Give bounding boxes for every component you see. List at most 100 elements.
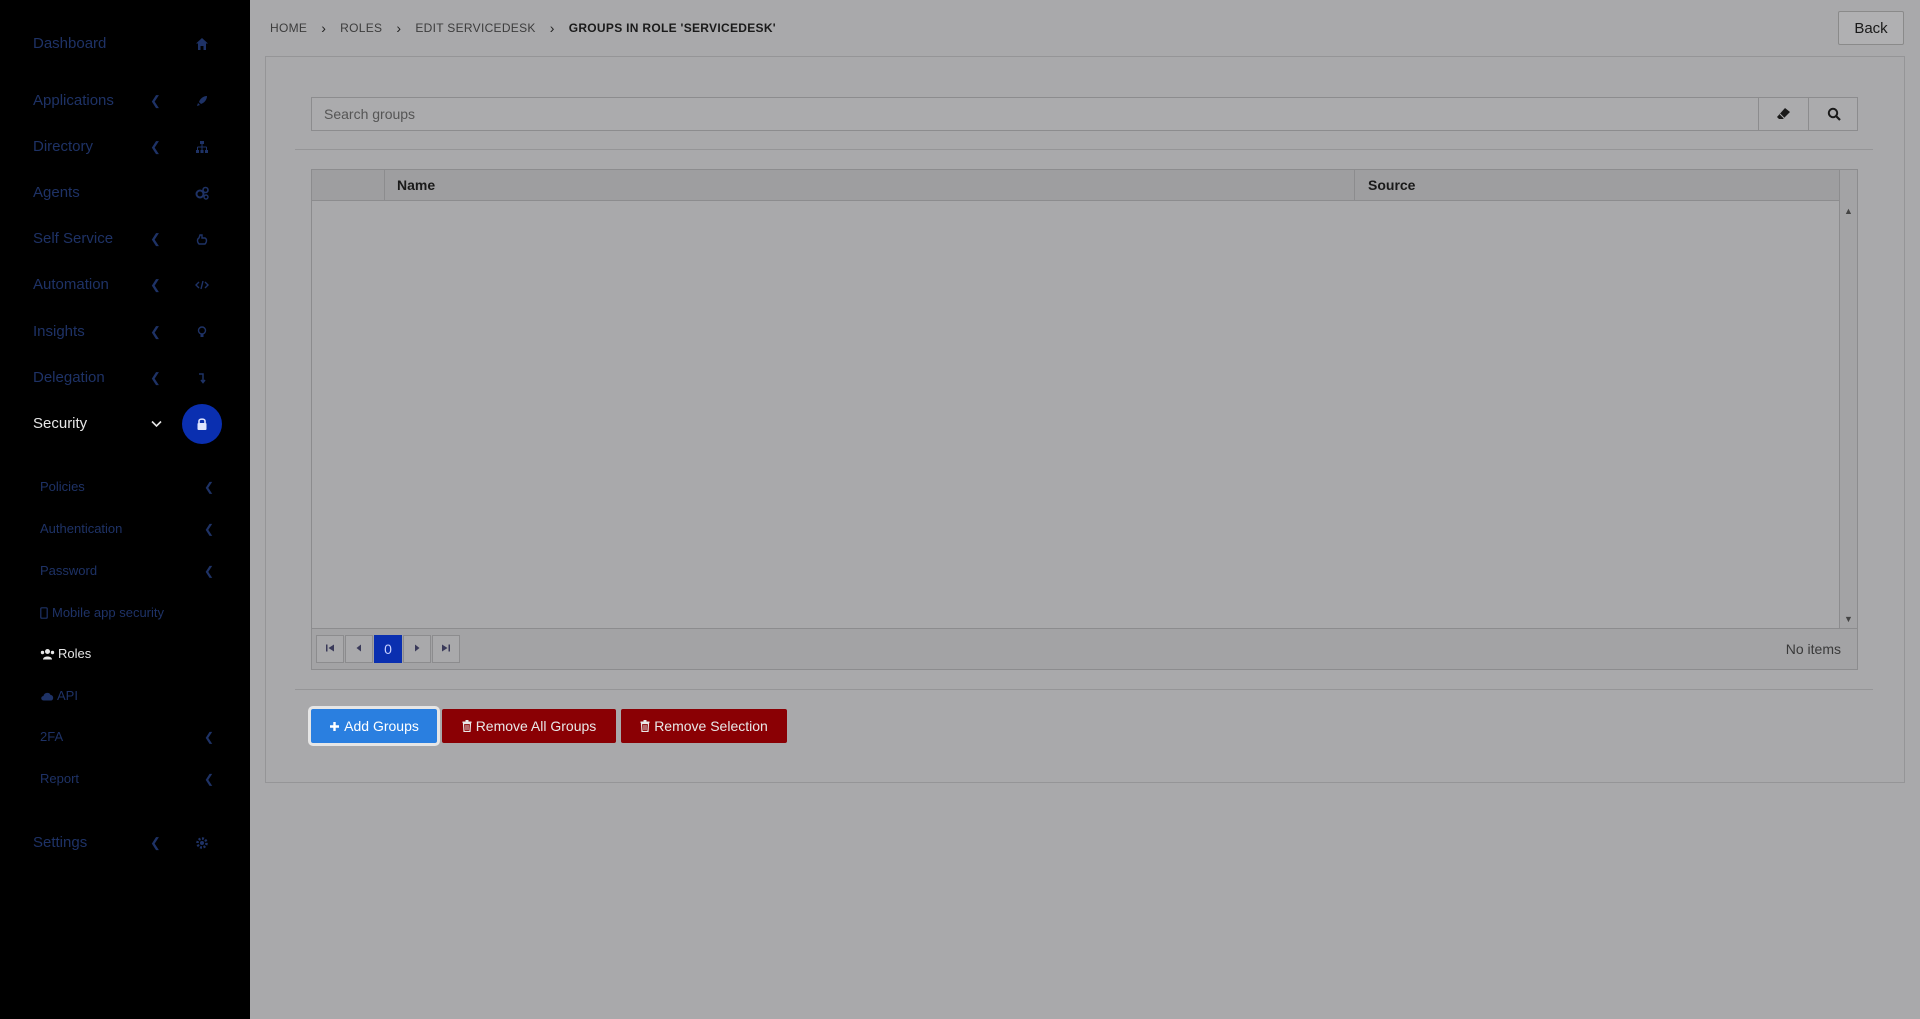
first-page-button[interactable] [316, 635, 344, 663]
sidebar-subitem-mobile-app-security[interactable]: Mobile app security [0, 593, 250, 633]
divider [295, 149, 1873, 150]
breadcrumb-roles[interactable]: ROLES [340, 21, 382, 35]
chevron-left-icon: ❮ [204, 772, 215, 786]
sidebar-item-directory[interactable]: Directory ❮ [0, 124, 250, 170]
sidebar-item-label: Dashboard [33, 35, 107, 52]
chevron-left-icon: ❮ [150, 370, 161, 385]
sidebar-item-settings[interactable]: Settings ❮ [0, 820, 250, 866]
search-input[interactable] [312, 98, 1758, 130]
add-groups-button[interactable]: Add Groups [308, 706, 440, 746]
grid-header: Name Source [312, 170, 1839, 201]
grid-scrollbar[interactable]: ▲ ▼ [1839, 170, 1857, 628]
chevron-right-icon: › [396, 20, 402, 36]
users-icon [40, 649, 55, 660]
sidebar-subitem-policies[interactable]: Policies ❮ [0, 467, 250, 507]
security-active-indicator [182, 404, 222, 444]
sidebar-item-security[interactable]: Security [0, 401, 250, 447]
sidebar-subitem-report[interactable]: Report ❮ [0, 759, 250, 799]
chevron-left-icon: ❮ [204, 480, 215, 494]
clear-search-button[interactable] [1758, 98, 1807, 130]
sidebar-item-insights[interactable]: Insights ❮ [0, 309, 250, 355]
groups-panel: Name Source ▲ ▼ 0 [265, 56, 1905, 783]
lightbulb-icon [197, 326, 207, 337]
sidebar-subitem-2fa[interactable]: 2FA ❮ [0, 717, 250, 757]
column-header-source[interactable]: Source [1356, 170, 1839, 200]
sidebar-subitem-api[interactable]: API [0, 676, 250, 716]
cogs-icon [195, 186, 209, 200]
sidebar-subitem-password[interactable]: Password ❮ [0, 551, 250, 591]
sidebar-item-label: Security [33, 415, 88, 432]
search-icon [1827, 107, 1841, 121]
sidebar-item-self-service[interactable]: Self Service ❮ [0, 216, 250, 262]
hand-icon [196, 234, 208, 245]
chevron-left-icon: ❮ [150, 277, 161, 292]
scroll-down-arrow-icon[interactable]: ▼ [1844, 614, 1853, 624]
search-button[interactable] [1808, 98, 1857, 130]
sidebar-item-label: Applications [33, 92, 114, 109]
sidebar-item-automation[interactable]: Automation ❮ [0, 262, 250, 308]
trash-icon [462, 720, 472, 733]
sidebar-item-label: Delegation [33, 369, 105, 386]
breadcrumb-current: GROUPS IN ROLE 'SERVICEDESK' [568, 21, 776, 35]
sidebar-item-applications[interactable]: Applications ❮ [0, 78, 250, 124]
chevron-left-icon: ❮ [204, 564, 215, 578]
breadcrumb-home[interactable]: HOME [270, 21, 307, 35]
sidebar-item-label: Self Service [33, 230, 114, 247]
chevron-left-icon: ❮ [204, 730, 215, 744]
chevron-down-icon [151, 420, 162, 428]
chevron-left-icon: ❮ [150, 324, 161, 339]
cloud-icon [41, 692, 54, 701]
back-button[interactable]: Back [1838, 11, 1904, 45]
sidebar-item-label: Directory [33, 138, 94, 155]
scroll-up-arrow-icon[interactable]: ▲ [1844, 206, 1853, 216]
sidebar-subitem-label: API [57, 688, 78, 703]
sidebar-subitem-label: Report [40, 771, 80, 786]
remove-selection-button[interactable]: Remove Selection [621, 709, 787, 743]
mobile-icon [40, 607, 48, 619]
sidebar-subitem-label: Policies [40, 479, 85, 494]
sidebar-subitem-label: Mobile app security [52, 605, 164, 620]
code-icon [195, 280, 209, 290]
sidebar-subitem-label: Authentication [40, 521, 123, 536]
sidebar-subitem-label: Password [40, 563, 98, 578]
sidebar-item-label: Agents [33, 184, 80, 201]
next-page-button[interactable] [403, 635, 431, 663]
plus-icon [330, 722, 340, 731]
sitemap-icon [196, 141, 208, 153]
select-column-header[interactable] [312, 170, 385, 200]
level-down-icon [199, 373, 206, 384]
last-page-icon [442, 644, 450, 651]
grid-pager: 0 No items [312, 628, 1857, 669]
current-page-button[interactable]: 0 [374, 635, 402, 663]
sidebar: Dashboard Applications ❮ Directory ❮ Age… [0, 0, 250, 1019]
column-header-name[interactable]: Name [385, 170, 1355, 200]
sidebar-item-dashboard[interactable]: Dashboard [0, 21, 250, 67]
sidebar-item-agents[interactable]: Agents [0, 170, 250, 216]
previous-page-icon [356, 644, 361, 651]
sidebar-subitem-label: Roles [58, 646, 92, 661]
groups-grid: Name Source ▲ ▼ 0 No items [311, 169, 1858, 670]
lock-icon [197, 418, 207, 430]
next-page-icon [415, 644, 420, 651]
main-content: HOME › ROLES › EDIT SERVICEDESK › GROUPS… [250, 0, 1920, 1019]
last-page-button[interactable] [432, 635, 460, 663]
sidebar-subitem-authentication[interactable]: Authentication ❮ [0, 509, 250, 549]
grid-status: No items [1785, 641, 1841, 657]
breadcrumb: HOME › ROLES › EDIT SERVICEDESK › GROUPS… [270, 0, 776, 56]
sidebar-subitem-label: 2FA [40, 729, 64, 744]
previous-page-button[interactable] [345, 635, 373, 663]
sidebar-subitem-roles[interactable]: Roles [0, 634, 250, 674]
first-page-icon [326, 644, 334, 651]
chevron-left-icon: ❮ [150, 93, 161, 108]
divider [295, 689, 1873, 690]
sidebar-item-delegation[interactable]: Delegation ❮ [0, 355, 250, 401]
chevron-right-icon: › [549, 20, 555, 36]
chevron-left-icon: ❮ [150, 139, 161, 154]
remove-selection-label: Remove Selection [654, 718, 768, 734]
eraser-icon [1777, 108, 1790, 119]
remove-all-groups-label: Remove All Groups [475, 718, 597, 734]
breadcrumb-edit-servicedesk[interactable]: EDIT SERVICEDESK [415, 21, 535, 35]
sidebar-item-label: Insights [33, 323, 85, 340]
remove-all-groups-button[interactable]: Remove All Groups [442, 709, 616, 743]
rocket-icon [197, 96, 207, 106]
